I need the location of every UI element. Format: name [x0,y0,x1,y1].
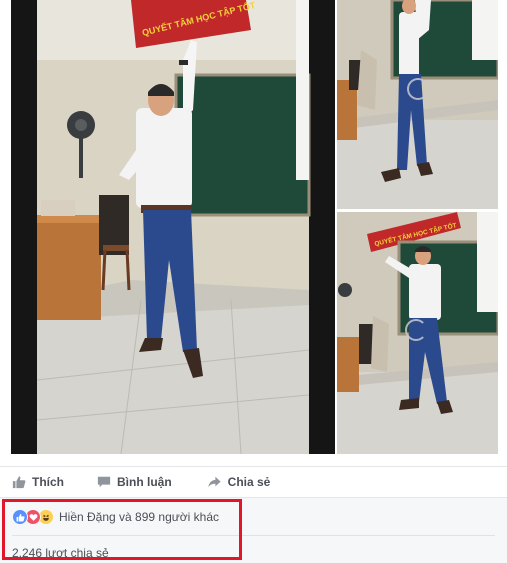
comment-button[interactable]: Bình luận [97,466,172,498]
reaction-summary-text[interactable]: Hiền Đặng và 899 người khác [59,510,219,524]
like-label: Thích [32,475,64,489]
post-action-bar: Thích Bình luận Chia sẻ [0,466,507,498]
loading-spinner-icon [407,78,429,100]
summary-divider [12,535,495,536]
reactions-row[interactable]: Hiền Đặng và 899 người khác [12,509,219,525]
photo-bottom-right[interactable]: QUYẾT TÂM HỌC TẬP TỐT [337,212,498,454]
classroom-photo-top-right [337,0,498,209]
thumbs-up-icon [12,476,26,489]
like-button[interactable]: Thích [12,466,64,498]
like-icon [12,509,28,525]
post-summary: Hiền Đặng và 899 người khác 2.246 lượt c… [0,498,507,563]
share-arrow-icon [208,476,221,488]
post-media-grid: QUYẾT TÂM HỌC TẬP TỐT QUYẾT TÂM HỌC TẬP … [0,0,507,458]
share-button[interactable]: Chia sẻ [207,466,271,498]
comment-icon [97,476,111,488]
photo-main[interactable]: QUYẾT TÂM HỌC TẬP TỐT [11,0,335,454]
share-count[interactable]: 2.246 lượt chia sẻ [12,546,109,560]
photo-top-right[interactable] [337,0,498,209]
comment-label: Bình luận [117,475,172,489]
share-label: Chia sẻ [227,475,271,489]
loading-spinner-icon [405,319,427,341]
classroom-photo-main: QUYẾT TÂM HỌC TẬP TỐT [11,0,335,454]
